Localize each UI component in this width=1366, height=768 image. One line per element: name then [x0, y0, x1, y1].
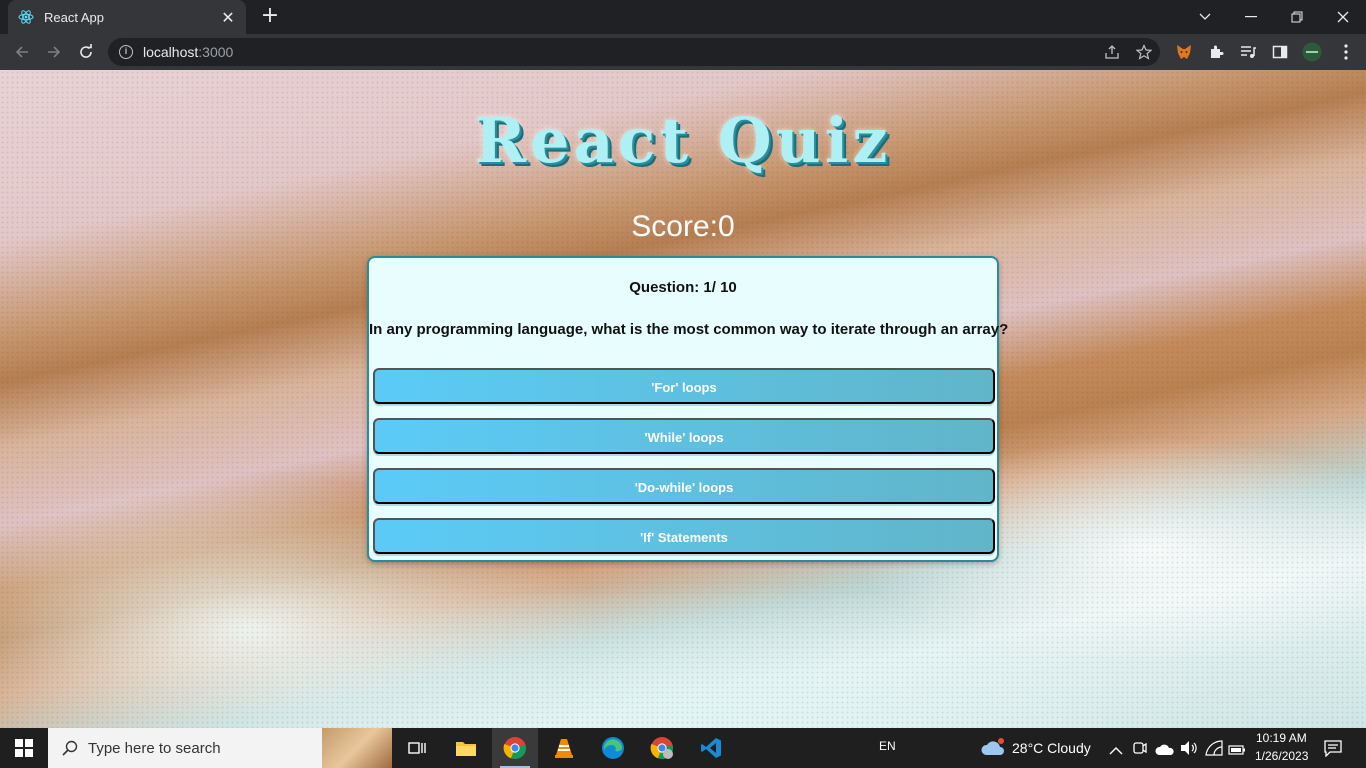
answer-button-if-statements[interactable]: 'If' Statements: [373, 518, 995, 554]
onedrive-cloud-icon[interactable]: [1155, 741, 1175, 760]
answer-button-do-while-loops[interactable]: 'Do-while' loops: [373, 468, 995, 504]
forward-arrow-icon[interactable]: [40, 38, 68, 66]
chevron-up-icon[interactable]: [1109, 741, 1123, 760]
task-view-icon[interactable]: [394, 728, 440, 768]
answer-list: 'For' loops 'While' loops 'Do-while' loo…: [373, 368, 995, 568]
volume-icon[interactable]: [1180, 740, 1198, 760]
browser-tab[interactable]: React App ✕: [8, 0, 246, 34]
windows-taskbar: Type here to search EN 28°C Cloudy 10:19…: [0, 728, 1366, 768]
side-panel-icon[interactable]: [1270, 42, 1290, 62]
input-language[interactable]: EN: [879, 739, 896, 753]
notifications-icon[interactable]: [1324, 739, 1342, 761]
url-port: :3000: [198, 44, 234, 60]
clock-time[interactable]: 10:19 AM: [1256, 731, 1307, 745]
close-tab-icon[interactable]: ✕: [220, 8, 236, 27]
question-text: In any programming language, what is the…: [369, 321, 1009, 338]
app-title: React Quiz: [474, 104, 892, 177]
cloudy-weather-icon: [980, 737, 1006, 763]
bookmark-star-icon[interactable]: [1134, 42, 1154, 62]
site-info-icon[interactable]: i: [119, 45, 133, 59]
question-counter: Question: 1/ 10: [629, 279, 737, 296]
meet-now-icon[interactable]: [1133, 740, 1147, 760]
weather-summary[interactable]: 28°C Cloudy: [1012, 740, 1091, 756]
file-explorer-icon[interactable]: [443, 728, 489, 768]
chrome-profile-icon[interactable]: [639, 728, 685, 768]
restore-button[interactable]: [1274, 0, 1320, 34]
question-card: Question: 1/ 10 In any programming langu…: [367, 256, 1009, 562]
minimize-button[interactable]: [1228, 0, 1274, 34]
browser-toolbar: i localhost:3000: [0, 34, 1366, 70]
profile-avatar[interactable]: [1302, 42, 1322, 62]
chrome-menu-icon[interactable]: [1336, 42, 1356, 62]
extensions-puzzle-icon[interactable]: [1206, 42, 1226, 62]
score-display: Score:0: [0, 210, 1366, 244]
search-highlight-illustration: [322, 728, 392, 768]
address-bar[interactable]: i localhost:3000: [108, 38, 1160, 66]
browser-titlebar: React App ✕ +: [0, 0, 1366, 34]
react-logo-icon: [18, 9, 34, 25]
metamask-fox-icon[interactable]: [1174, 42, 1194, 62]
battery-icon[interactable]: [1228, 741, 1246, 760]
page-viewport: React Quiz Score:0 Question: 1/ 10 In an…: [0, 70, 1366, 728]
vlc-icon[interactable]: [541, 728, 587, 768]
close-window-button[interactable]: [1320, 0, 1366, 34]
media-queue-icon[interactable]: [1238, 42, 1258, 62]
score-value: 0: [718, 210, 735, 243]
taskbar-search-box[interactable]: Type here to search: [48, 728, 392, 768]
share-icon[interactable]: [1102, 42, 1122, 62]
clock-date[interactable]: 1/26/2023: [1255, 749, 1308, 763]
chrome-taskbar-icon[interactable]: [492, 728, 538, 768]
reload-icon[interactable]: [72, 38, 100, 66]
search-placeholder: Type here to search: [88, 739, 221, 757]
answer-button-while-loops[interactable]: 'While' loops: [373, 418, 995, 454]
url-host: localhost: [143, 44, 199, 60]
answer-button-for-loops[interactable]: 'For' loops: [373, 368, 995, 404]
windows-start-icon[interactable]: [0, 728, 48, 768]
tab-search-chevron-icon[interactable]: [1182, 0, 1228, 34]
new-tab-button[interactable]: +: [258, 5, 282, 29]
vscode-icon[interactable]: [688, 728, 734, 768]
tab-title: React App: [44, 9, 104, 25]
score-label: Score:: [631, 210, 719, 243]
wifi-icon[interactable]: [1205, 740, 1223, 760]
edge-icon[interactable]: [590, 728, 636, 768]
search-icon: [62, 740, 78, 756]
back-arrow-icon[interactable]: [8, 38, 36, 66]
